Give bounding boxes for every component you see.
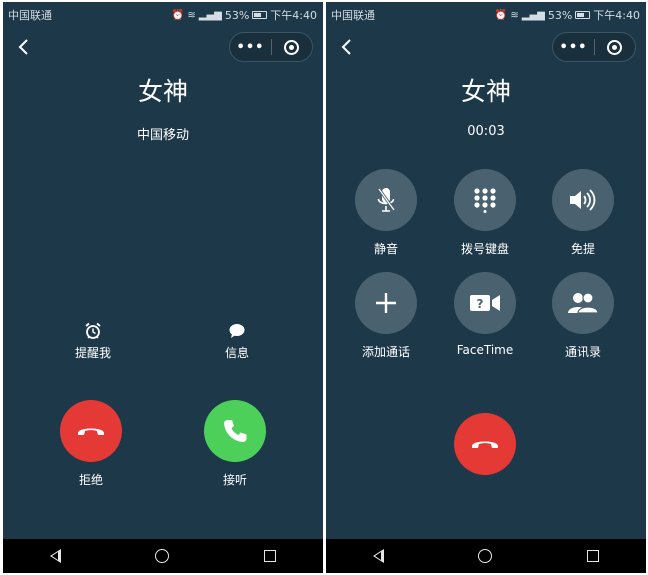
phone-answer-icon: [224, 420, 247, 442]
android-nav-bar: [326, 539, 646, 573]
status-indicators: ⏰ ≋ ▂▄▆ 53% 下午4:40: [172, 7, 317, 23]
mute-button[interactable]: [355, 169, 417, 231]
decline-button[interactable]: [60, 400, 122, 462]
keypad-icon: [474, 188, 496, 213]
more-menu-button[interactable]: •••: [230, 40, 271, 55]
close-target-icon: [284, 39, 300, 55]
mute-label: 静音: [373, 242, 398, 256]
carrier-label: 中国联通: [8, 9, 52, 22]
mute-mic-icon: [377, 188, 396, 212]
speaker-label: 免提: [570, 242, 595, 256]
nav-back-icon[interactable]: [50, 549, 62, 563]
caller-name: 女神: [460, 77, 511, 106]
remind-me-label: 提醒我: [74, 346, 111, 360]
battery-percent: 53%: [224, 8, 250, 22]
clock: 下午4:40: [593, 9, 640, 22]
close-button[interactable]: [595, 39, 635, 55]
more-menu-button[interactable]: •••: [553, 40, 594, 55]
decline-label: 拒绝: [78, 473, 103, 487]
message-button[interactable]: 信息: [207, 320, 267, 361]
status-bar: 中国联通 ⏰ ≋ ▂▄▆ 53% 下午4:40: [326, 2, 646, 24]
answer-label: 接听: [222, 473, 247, 487]
battery-icon: [575, 11, 591, 19]
carrier-label: 中国联通: [331, 9, 375, 22]
facetime-icon: ?: [470, 295, 500, 311]
mini-program-capsule: •••: [229, 32, 313, 62]
hang-up-icon: [78, 428, 104, 435]
close-button[interactable]: [272, 39, 312, 55]
facetime-button[interactable]: ?: [454, 272, 516, 334]
incoming-call-screen: 中国联通 ⏰ ≋ ▂▄▆ 53% 下午4:40 ••• 女神 中国移动 提醒我 …: [3, 2, 323, 573]
contacts-icon: [568, 292, 599, 314]
battery-icon: [252, 11, 268, 19]
nav-home-icon[interactable]: [478, 549, 493, 563]
in-call-screen: 中国联通 ⏰ ≋ ▂▄▆ 53% 下午4:40 ••• 女神 00:03 静音: [326, 2, 646, 573]
back-chevron-icon[interactable]: [13, 38, 33, 58]
end-call-button[interactable]: [454, 413, 516, 475]
keypad-button[interactable]: [454, 169, 516, 231]
back-chevron-icon[interactable]: [336, 38, 356, 58]
android-nav-bar: [3, 539, 323, 573]
call-duration: 00:03: [467, 124, 505, 139]
battery-percent: 53%: [547, 8, 573, 22]
message-label: 信息: [224, 346, 249, 360]
contacts-label: 通讯录: [564, 345, 601, 359]
speaker-button[interactable]: [552, 169, 614, 231]
speaker-icon: [570, 189, 596, 211]
plus-icon: [376, 293, 396, 313]
close-target-icon: [607, 39, 623, 55]
mini-program-capsule: •••: [552, 32, 636, 62]
nav-home-icon[interactable]: [155, 549, 170, 563]
alarm-icon: ⏰: [171, 9, 185, 21]
nav-back-icon[interactable]: [373, 549, 385, 563]
signal-icon: ▂▄▆: [198, 9, 222, 21]
remind-me-button[interactable]: 提醒我: [63, 320, 123, 361]
hang-up-icon: [472, 441, 498, 448]
status-indicators: ⏰ ≋ ▂▄▆ 53% 下午4:40: [495, 7, 640, 23]
clock: 下午4:40: [270, 9, 317, 22]
contacts-button[interactable]: [552, 272, 614, 334]
wifi-icon: ≋: [187, 9, 196, 21]
answer-button[interactable]: [204, 400, 266, 462]
caller-name: 女神: [137, 77, 188, 106]
message-bubble-icon: [207, 320, 267, 342]
svg-text:?: ?: [477, 297, 484, 311]
nav-recent-icon[interactable]: [263, 550, 276, 562]
add-call-button[interactable]: [355, 272, 417, 334]
status-bar: 中国联通 ⏰ ≋ ▂▄▆ 53% 下午4:40: [3, 2, 323, 24]
nav-recent-icon[interactable]: [586, 550, 599, 562]
facetime-label: FaceTime: [456, 343, 514, 357]
keypad-label: 拨号键盘: [460, 242, 509, 256]
alarm-clock-icon: [63, 320, 123, 342]
wifi-icon: ≋: [510, 9, 519, 21]
signal-icon: ▂▄▆: [521, 9, 545, 21]
alarm-icon: ⏰: [494, 9, 508, 21]
caller-carrier: 中国移动: [136, 128, 189, 143]
add-call-label: 添加通话: [361, 345, 410, 359]
